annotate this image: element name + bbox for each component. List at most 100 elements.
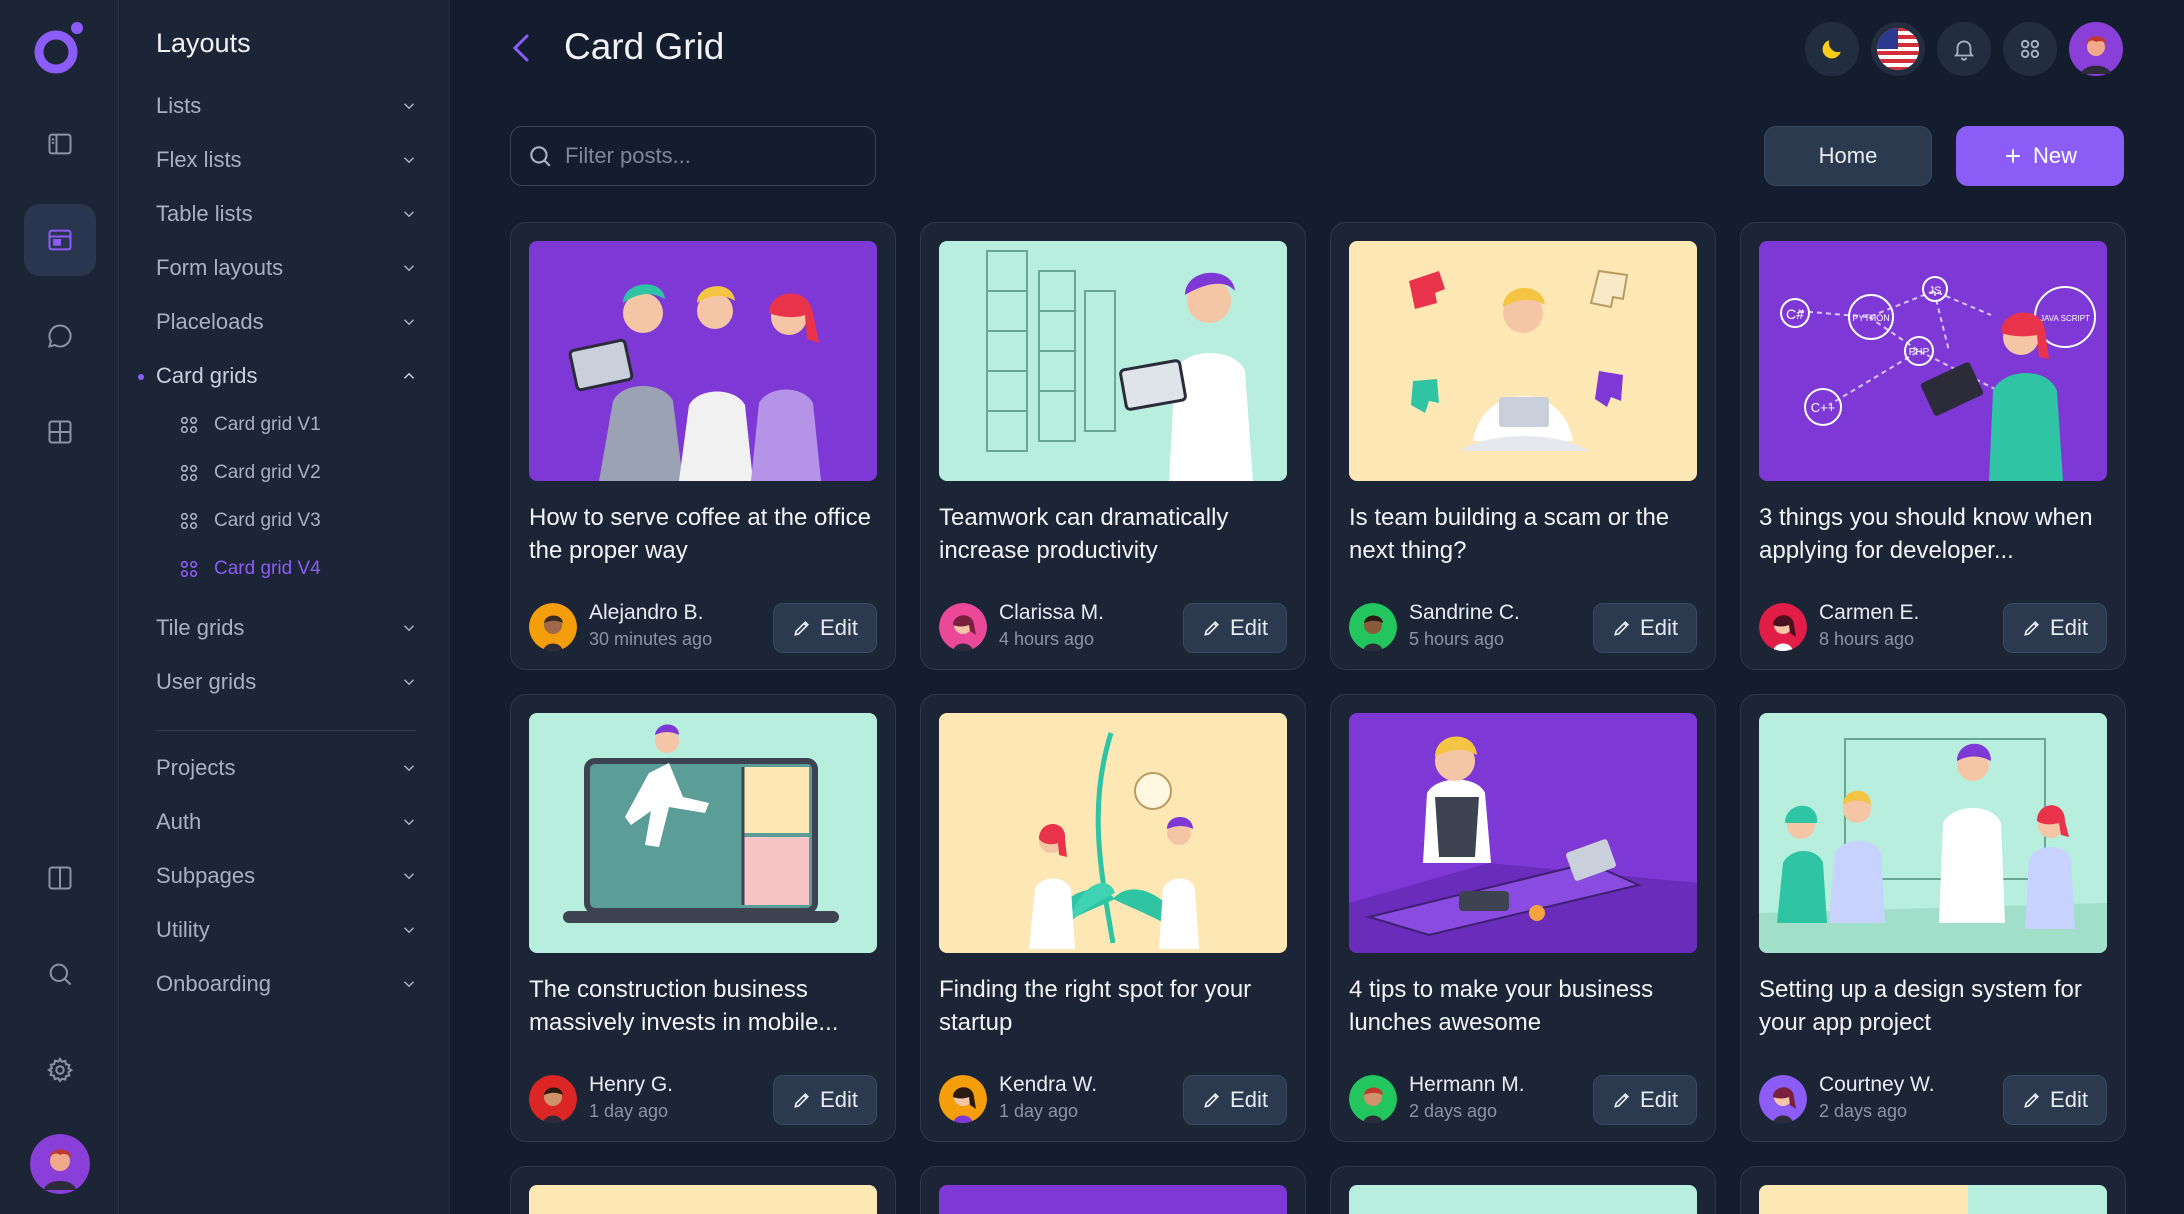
post-card[interactable]: Is team building a scam or the next thin… — [1330, 222, 1716, 670]
author-name: Henry G. — [589, 1073, 674, 1096]
post-card[interactable] — [920, 1166, 1306, 1214]
nav-card-grid-v1[interactable]: Card grid V1 — [178, 410, 321, 440]
profile-button[interactable] — [2069, 22, 2123, 76]
columns-icon[interactable] — [24, 842, 96, 914]
post-title[interactable]: Is team building a scam or the next thin… — [1349, 501, 1699, 567]
author-name: Kendra W. — [999, 1073, 1098, 1096]
post-card[interactable]: Finding the right spot for your startup … — [920, 694, 1306, 1142]
chevron-up-icon — [403, 372, 415, 379]
grid-icon[interactable] — [24, 396, 96, 468]
edit-button[interactable]: Edit — [2003, 603, 2107, 653]
post-card[interactable]: The construction business massively inve… — [510, 694, 896, 1142]
nav-form-layouts[interactable]: Form layouts — [156, 250, 418, 286]
nav-onboarding[interactable]: Onboarding — [156, 966, 418, 1002]
post-card[interactable] — [1740, 1166, 2126, 1214]
nav-label: Placeloads — [156, 309, 264, 334]
code-bubble-cpp: C++ — [1811, 400, 1836, 415]
edit-button[interactable]: Edit — [1593, 1075, 1697, 1125]
sidebar-toggle-icon[interactable] — [24, 108, 96, 180]
post-card[interactable] — [1330, 1166, 1716, 1214]
nav-auth[interactable]: Auth — [156, 804, 418, 840]
layouts-subnav: Layouts Lists Flex lists Table lists For… — [120, 0, 450, 1214]
post-title[interactable]: 3 things you should know when applying f… — [1759, 501, 2109, 567]
nav-label: Projects — [156, 755, 236, 780]
author-name: Hermann M. — [1409, 1073, 1525, 1096]
nav-table-lists[interactable]: Table lists — [156, 196, 418, 232]
new-button[interactable]: New — [1956, 126, 2124, 186]
chevron-down-icon — [403, 679, 415, 686]
search-box[interactable] — [510, 126, 876, 186]
edit-button[interactable]: Edit — [2003, 1075, 2107, 1125]
post-title[interactable]: The construction business massively inve… — [529, 973, 879, 1039]
subnav-title: Layouts — [156, 28, 251, 58]
post-time: 8 hours ago — [1819, 629, 1915, 649]
notifications-button[interactable] — [1937, 22, 1991, 76]
nav-label: Card grid V2 — [214, 462, 321, 483]
post-card[interactable]: Setting up a design system for your app … — [1740, 694, 2126, 1142]
logo-icon[interactable] — [30, 18, 88, 78]
search-input[interactable] — [565, 143, 855, 169]
edit-button[interactable]: Edit — [1593, 603, 1697, 653]
apps-button[interactable] — [2003, 22, 2057, 76]
edit-label: Edit — [2050, 1087, 2088, 1112]
post-card[interactable]: 4 tips to make your business lunches awe… — [1330, 694, 1716, 1142]
nav-divider — [156, 730, 416, 731]
nav-label: Utility — [156, 917, 210, 942]
author-name: Alejandro B. — [589, 601, 704, 624]
edit-button[interactable]: Edit — [1183, 1075, 1287, 1125]
post-card[interactable]: Teamwork can dramatically increase produ… — [920, 222, 1306, 670]
post-card[interactable]: How to serve coffee at the office the pr… — [510, 222, 896, 670]
moon-icon — [1822, 40, 1841, 59]
nav-projects[interactable]: Projects — [156, 750, 418, 786]
language-button[interactable] — [1871, 22, 1925, 76]
nav-utility[interactable]: Utility — [156, 912, 418, 948]
author-name: Carmen E. — [1819, 601, 1920, 624]
author-avatar — [1349, 603, 1397, 651]
author-avatar — [1759, 1075, 1807, 1123]
post-title[interactable]: 4 tips to make your business lunches awe… — [1349, 973, 1699, 1039]
code-bubble-csharp: C# — [1786, 306, 1804, 322]
theme-toggle[interactable] — [1805, 22, 1859, 76]
post-title[interactable]: Finding the right spot for your startup — [939, 973, 1289, 1039]
nav-card-grids[interactable]: Card grids — [138, 358, 418, 394]
nav-subpages[interactable]: Subpages — [156, 858, 418, 894]
page-title: Card Grid — [564, 26, 725, 67]
chevron-down-icon — [403, 927, 415, 934]
nav-flex-lists[interactable]: Flex lists — [156, 142, 418, 178]
chevron-down-icon — [403, 211, 415, 218]
nav-lists[interactable]: Lists — [156, 88, 418, 124]
user-avatar[interactable] — [30, 1134, 90, 1194]
back-arrow-icon[interactable] — [505, 30, 537, 66]
author-avatar — [529, 603, 577, 651]
nav-card-grid-v3[interactable]: Card grid V3 — [178, 506, 321, 536]
nav-card-grid-v4[interactable]: Card grid V4 — [178, 554, 321, 584]
nav-user-grids[interactable]: User grids — [156, 664, 418, 700]
post-title[interactable]: Teamwork can dramatically increase produ… — [939, 501, 1289, 567]
author-avatar — [939, 603, 987, 651]
post-title[interactable]: Setting up a design system for your app … — [1759, 973, 2109, 1039]
post-illustration — [1349, 1185, 1697, 1214]
nav-card-grid-v2[interactable]: Card grid V2 — [178, 458, 321, 488]
pencil-icon — [1204, 1092, 1220, 1108]
edit-label: Edit — [1230, 1087, 1268, 1112]
edit-button[interactable]: Edit — [773, 603, 877, 653]
post-card[interactable]: C# PYTHON JS JAVA SCRIPT PHP C++ 3 things you… — [1740, 222, 2126, 670]
chat-icon[interactable] — [24, 300, 96, 372]
bell-icon — [1954, 40, 1974, 61]
search-icon[interactable] — [24, 938, 96, 1010]
nav-tile-grids[interactable]: Tile grids — [156, 610, 418, 646]
post-card[interactable] — [510, 1166, 896, 1214]
nav-label: Lists — [156, 93, 202, 118]
nav-placeloads[interactable]: Placeloads — [156, 304, 418, 340]
pencil-icon — [2024, 1092, 2040, 1108]
home-button[interactable]: Home — [1764, 126, 1932, 186]
gear-icon[interactable] — [24, 1034, 96, 1106]
code-bubble-php: PHP — [1909, 347, 1930, 358]
layouts-icon[interactable] — [24, 204, 96, 276]
edit-button[interactable]: Edit — [773, 1075, 877, 1125]
post-illustration — [1759, 1185, 2107, 1214]
author-avatar — [529, 1075, 577, 1123]
post-time: 4 hours ago — [999, 629, 1095, 649]
post-title[interactable]: How to serve coffee at the office the pr… — [529, 501, 879, 567]
edit-button[interactable]: Edit — [1183, 603, 1287, 653]
